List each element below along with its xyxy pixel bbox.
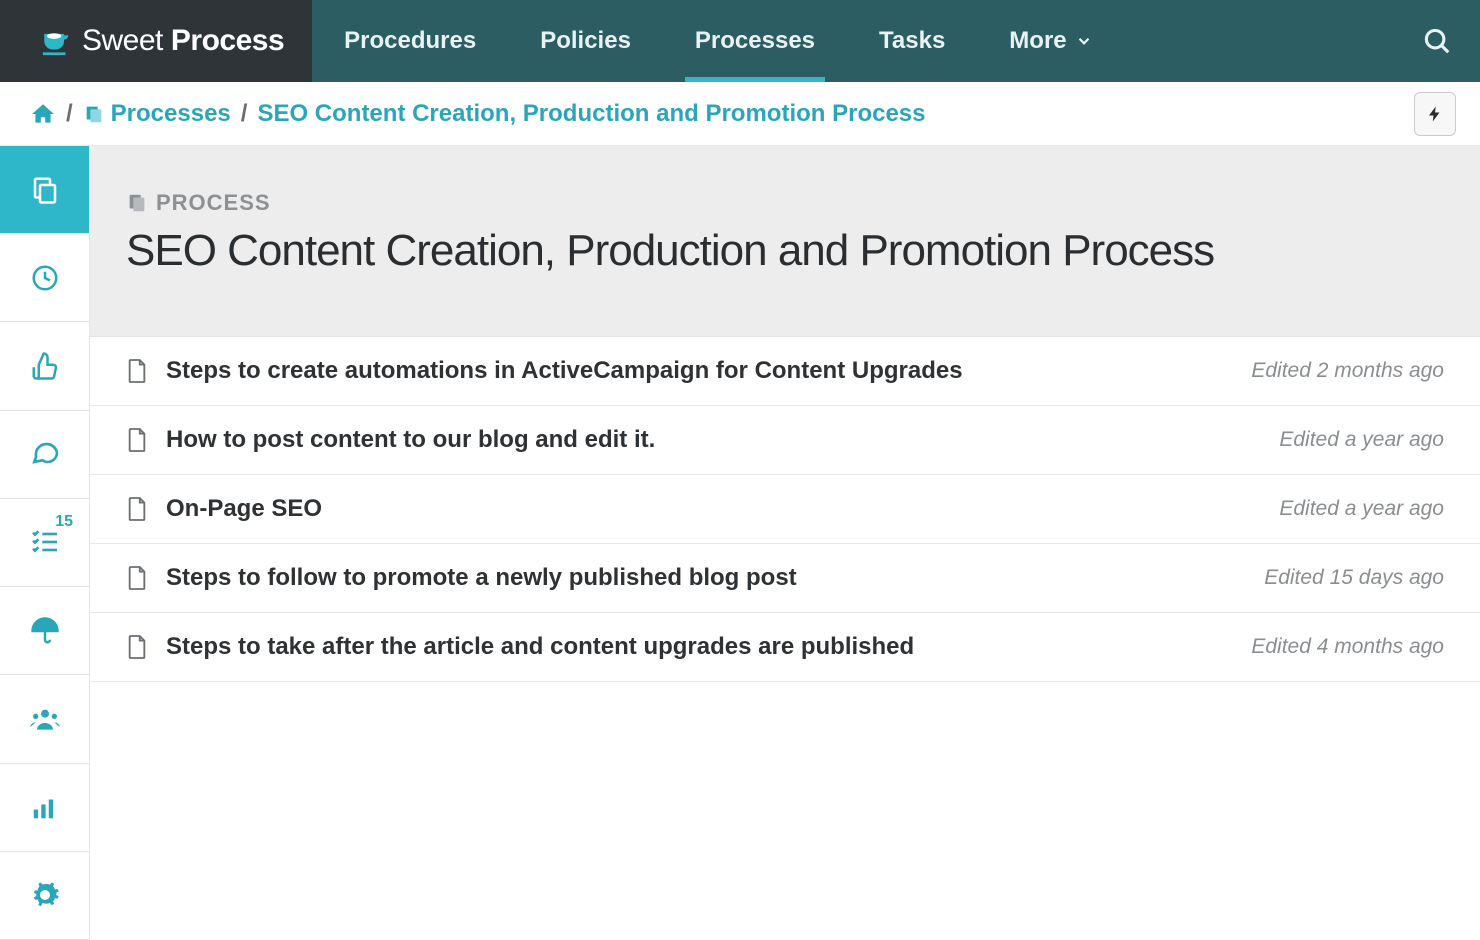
step-meta: Edited 4 months ago xyxy=(1251,635,1444,659)
nav-label: Policies xyxy=(540,27,631,55)
sidebar-item-clock[interactable] xyxy=(0,234,89,322)
steps-list: Steps to create automations in ActiveCam… xyxy=(90,337,1480,682)
step-row[interactable]: Steps to create automations in ActiveCam… xyxy=(90,337,1480,406)
step-meta: Edited a year ago xyxy=(1279,428,1444,452)
brand-text-light: Sweet xyxy=(82,24,163,58)
breadcrumb: / Processes / SEO Content Creation, Prod… xyxy=(0,82,1480,146)
top-nav: SweetProcess Procedures Policies Process… xyxy=(0,0,1480,82)
step-meta: Edited a year ago xyxy=(1279,497,1444,521)
nav-label: Procedures xyxy=(344,27,476,55)
sidebar-item-checklist[interactable]: 15 xyxy=(0,499,89,587)
nav-policies[interactable]: Policies xyxy=(508,0,663,82)
step-title: Steps to follow to promote a newly publi… xyxy=(166,564,1246,592)
brand-logo[interactable]: SweetProcess xyxy=(0,0,312,82)
main: PROCESS SEO Content Creation, Production… xyxy=(90,146,1480,940)
nav-label: Processes xyxy=(695,27,815,55)
sidebar-item-gear[interactable] xyxy=(0,852,89,940)
body: 15 PROCESS SEO Content Creation, Product… xyxy=(0,146,1480,940)
sidebar-item-thumbs-up[interactable] xyxy=(0,322,89,410)
step-title: Steps to create automations in ActiveCam… xyxy=(166,357,1233,385)
document-icon xyxy=(126,358,148,384)
step-meta: Edited 15 days ago xyxy=(1264,566,1444,590)
nav-processes[interactable]: Processes xyxy=(663,0,847,82)
step-row[interactable]: On-Page SEO Edited a year ago xyxy=(90,475,1480,544)
breadcrumb-current: SEO Content Creation, Production and Pro… xyxy=(257,100,925,128)
process-title: SEO Content Creation, Production and Pro… xyxy=(126,226,1444,276)
sidebar-item-users[interactable] xyxy=(0,675,89,763)
sidebar-item-comments[interactable] xyxy=(0,411,89,499)
step-row[interactable]: Steps to take after the article and cont… xyxy=(90,613,1480,682)
nav-right xyxy=(1394,0,1480,82)
nav-procedures[interactable]: Procedures xyxy=(312,0,508,82)
nav-more[interactable]: More xyxy=(977,0,1124,82)
nav-tasks[interactable]: Tasks xyxy=(847,0,977,82)
brand-text-bold: Process xyxy=(171,24,284,58)
document-icon xyxy=(126,427,148,453)
process-kicker-text: PROCESS xyxy=(156,190,271,216)
nav-items: Procedures Policies Processes Tasks More xyxy=(312,0,1394,82)
sidebar-item-umbrella[interactable] xyxy=(0,587,89,675)
breadcrumb-processes-link[interactable]: Processes xyxy=(83,100,231,128)
breadcrumb-link-label: Processes xyxy=(111,100,231,128)
document-icon xyxy=(126,496,148,522)
breadcrumb-sep: / xyxy=(241,100,248,128)
bolt-button[interactable] xyxy=(1414,92,1456,136)
process-stack-icon xyxy=(126,192,148,214)
step-title: Steps to take after the article and cont… xyxy=(166,633,1233,661)
sidebar-item-stats[interactable] xyxy=(0,764,89,852)
document-icon xyxy=(126,634,148,660)
step-row[interactable]: Steps to follow to promote a newly publi… xyxy=(90,544,1480,613)
process-header: PROCESS SEO Content Creation, Production… xyxy=(90,146,1480,337)
document-icon xyxy=(126,565,148,591)
sidebar: 15 xyxy=(0,146,90,940)
step-meta: Edited 2 months ago xyxy=(1251,359,1444,383)
search-icon[interactable] xyxy=(1422,26,1452,56)
nav-label: More xyxy=(1009,27,1066,55)
step-title: On-Page SEO xyxy=(166,495,1261,523)
step-title: How to post content to our blog and edit… xyxy=(166,426,1261,454)
nav-label: Tasks xyxy=(879,27,945,55)
cup-icon xyxy=(40,24,74,58)
home-icon[interactable] xyxy=(30,101,56,127)
sidebar-item-copy[interactable] xyxy=(0,146,89,234)
checklist-badge: 15 xyxy=(55,513,73,531)
step-row[interactable]: How to post content to our blog and edit… xyxy=(90,406,1480,475)
process-stack-icon xyxy=(83,103,105,125)
process-kicker: PROCESS xyxy=(126,190,1444,216)
chevron-down-icon xyxy=(1075,32,1093,50)
breadcrumb-sep: / xyxy=(66,100,73,128)
